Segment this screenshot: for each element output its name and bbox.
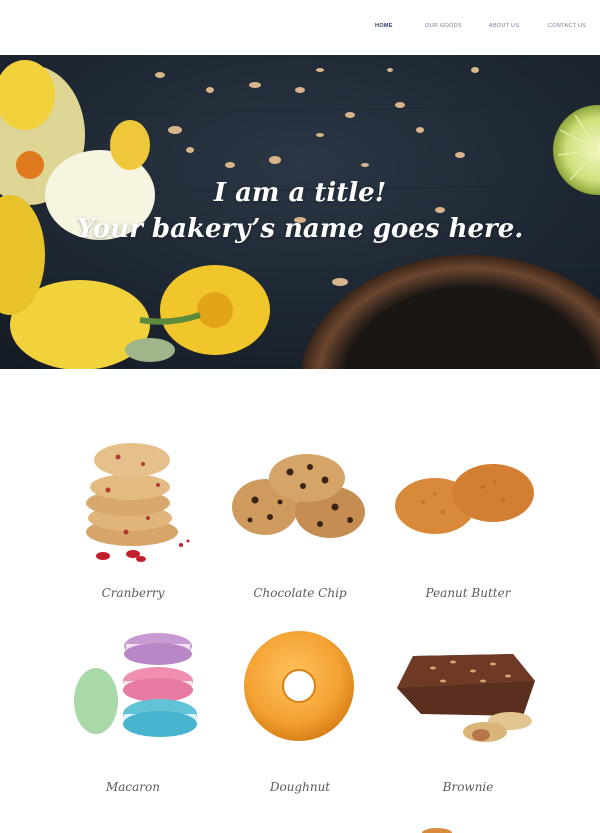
- brownie-image: [397, 654, 535, 742]
- next-row-product-image: [422, 828, 452, 833]
- product-card-doughnut[interactable]: Doughnut: [215, 626, 385, 816]
- top-nav: HOME OUR GOODS ABOUT US CONTACT US: [0, 0, 600, 55]
- cranberry-cookie-image: [86, 443, 190, 562]
- hero-background-image: [0, 55, 600, 369]
- nav-our-goods-link[interactable]: OUR GOODS: [425, 23, 462, 29]
- nav-home-link[interactable]: HOME: [375, 23, 393, 29]
- product-card-chocolate-chip[interactable]: Chocolate Chip: [215, 432, 385, 622]
- product-card-brownie[interactable]: Brownie: [383, 626, 553, 816]
- hero-title-line1: I am a title!: [213, 178, 387, 208]
- nav-contact-us-link[interactable]: CONTACT US: [548, 23, 586, 29]
- product-name: Brownie: [442, 780, 494, 794]
- product-name: Chocolate Chip: [253, 586, 347, 600]
- product-name: Peanut Butter: [425, 586, 511, 600]
- product-card-cranberry[interactable]: Cranberry: [48, 432, 218, 622]
- doughnut-image: [244, 631, 354, 741]
- macaron-image: [74, 633, 197, 737]
- product-card-macaron[interactable]: Macaron: [48, 626, 218, 816]
- hero-title-line2: Your bakery’s name goes here.: [76, 214, 524, 244]
- product-name: Doughnut: [269, 780, 331, 794]
- hero-banner: I am a title! Your bakery’s name goes he…: [0, 55, 600, 369]
- product-name: Cranberry: [101, 586, 165, 600]
- chocolate-chip-cookie-image: [232, 454, 365, 538]
- product-name: Macaron: [105, 780, 160, 794]
- nav-about-us-link[interactable]: ABOUT US: [489, 23, 519, 29]
- product-card-peanut-butter[interactable]: Peanut Butter: [383, 432, 553, 622]
- peanut-butter-cookie-image: [395, 464, 534, 534]
